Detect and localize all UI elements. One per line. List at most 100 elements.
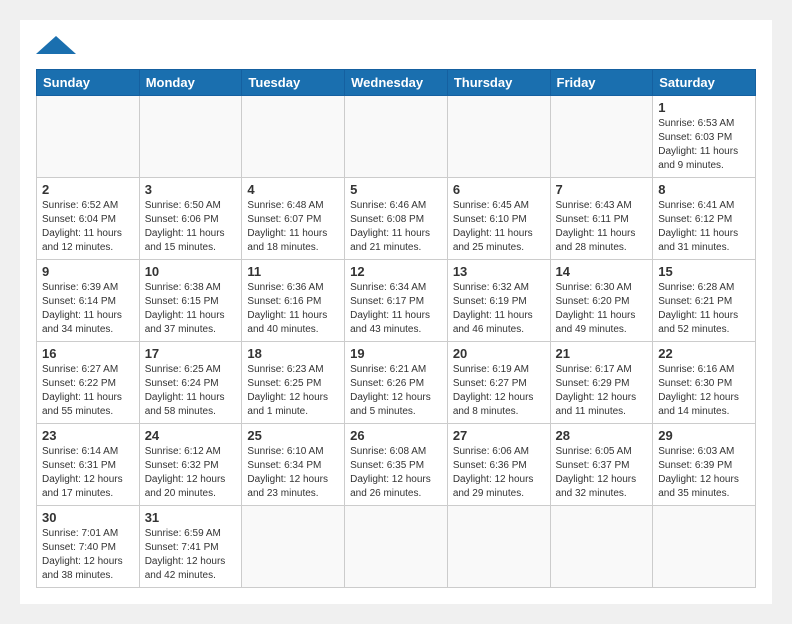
day-number: 8: [658, 182, 750, 197]
day-info: Sunrise: 6:34 AM Sunset: 6:17 PM Dayligh…: [350, 281, 442, 337]
calendar-cell: 24 Sunrise: 6:12 AM Sunset: 6:32 PM Dayli…: [139, 424, 242, 506]
day-number: 30: [42, 510, 134, 525]
header: [36, 36, 756, 59]
day-number: 31: [145, 510, 237, 525]
calendar-cell: 17 Sunrise: 6:25 AM Sunset: 6:24 PM Dayli…: [139, 342, 242, 424]
day-number: 25: [247, 428, 339, 443]
day-info: Sunrise: 6:27 AM Sunset: 6:22 PM Dayligh…: [42, 363, 134, 419]
weekday-header-wednesday: Wednesday: [345, 70, 448, 96]
day-number: 12: [350, 264, 442, 279]
calendar-cell: 4 Sunrise: 6:48 AM Sunset: 6:07 PM Daylig…: [242, 178, 345, 260]
day-info: Sunrise: 6:14 AM Sunset: 6:31 PM Dayligh…: [42, 445, 134, 501]
calendar-cell: [345, 96, 448, 178]
day-number: 6: [453, 182, 545, 197]
calendar-cell: 23 Sunrise: 6:14 AM Sunset: 6:31 PM Dayli…: [37, 424, 140, 506]
calendar-cell: 7Sunrise: 6:43 AM Sunset: 6:11 PM Daylig…: [550, 178, 653, 260]
day-number: 28: [556, 428, 648, 443]
day-number: 11: [247, 264, 339, 279]
week-row-1: 2 Sunrise: 6:52 AM Sunset: 6:04 PM Daylig…: [37, 178, 756, 260]
day-number: 5: [350, 182, 442, 197]
weekday-header-tuesday: Tuesday: [242, 70, 345, 96]
day-number: 15: [658, 264, 750, 279]
day-info: Sunrise: 6:50 AM Sunset: 6:06 PM Dayligh…: [145, 199, 237, 255]
day-info: Sunrise: 6:25 AM Sunset: 6:24 PM Dayligh…: [145, 363, 237, 419]
day-number: 14: [556, 264, 648, 279]
day-number: 27: [453, 428, 545, 443]
day-number: 13: [453, 264, 545, 279]
calendar-cell: 11 Sunrise: 6:36 AM Sunset: 6:16 PM Dayli…: [242, 260, 345, 342]
logo: [36, 36, 76, 59]
calendar-cell: [550, 96, 653, 178]
calendar-cell: 31 Sunrise: 6:59 AM Sunset: 7:41 PM Dayli…: [139, 506, 242, 588]
day-number: 20: [453, 346, 545, 361]
weekday-header-monday: Monday: [139, 70, 242, 96]
day-number: 16: [42, 346, 134, 361]
day-number: 24: [145, 428, 237, 443]
day-info: Sunrise: 6:32 AM Sunset: 6:19 PM Dayligh…: [453, 281, 545, 337]
calendar-cell: 18 Sunrise: 6:23 AM Sunset: 6:25 PM Dayli…: [242, 342, 345, 424]
calendar-cell: 5Sunrise: 6:46 AM Sunset: 6:08 PM Daylig…: [345, 178, 448, 260]
day-number: 23: [42, 428, 134, 443]
day-info: Sunrise: 6:38 AM Sunset: 6:15 PM Dayligh…: [145, 281, 237, 337]
calendar-cell: 15 Sunrise: 6:28 AM Sunset: 6:21 PM Dayli…: [653, 260, 756, 342]
calendar-cell: 26 Sunrise: 6:08 AM Sunset: 6:35 PM Dayli…: [345, 424, 448, 506]
day-info: Sunrise: 6:23 AM Sunset: 6:25 PM Dayligh…: [247, 363, 339, 419]
calendar-cell: 21Sunrise: 6:17 AM Sunset: 6:29 PM Dayli…: [550, 342, 653, 424]
week-row-2: 9Sunrise: 6:39 AM Sunset: 6:14 PM Daylig…: [37, 260, 756, 342]
calendar-cell: 12 Sunrise: 6:34 AM Sunset: 6:17 PM Dayli…: [345, 260, 448, 342]
calendar-cell: [550, 506, 653, 588]
day-info: Sunrise: 6:17 AM Sunset: 6:29 PM Dayligh…: [556, 363, 648, 419]
day-number: 18: [247, 346, 339, 361]
calendar-cell: [653, 506, 756, 588]
weekday-header-sunday: Sunday: [37, 70, 140, 96]
calendar-cell: 1Sunrise: 6:53 AM Sunset: 6:03 PM Daylig…: [653, 96, 756, 178]
week-row-4: 23 Sunrise: 6:14 AM Sunset: 6:31 PM Dayli…: [37, 424, 756, 506]
day-info: Sunrise: 6:16 AM Sunset: 6:30 PM Dayligh…: [658, 363, 750, 419]
day-info: Sunrise: 7:01 AM Sunset: 7:40 PM Dayligh…: [42, 527, 134, 583]
day-number: 4: [247, 182, 339, 197]
day-info: Sunrise: 6:28 AM Sunset: 6:21 PM Dayligh…: [658, 281, 750, 337]
logo-icon: [36, 36, 76, 54]
calendar-cell: [242, 96, 345, 178]
day-info: Sunrise: 6:48 AM Sunset: 6:07 PM Dayligh…: [247, 199, 339, 255]
calendar-cell: 6Sunrise: 6:45 AM Sunset: 6:10 PM Daylig…: [447, 178, 550, 260]
calendar-cell: [242, 506, 345, 588]
calendar-cell: 25 Sunrise: 6:10 AM Sunset: 6:34 PM Dayli…: [242, 424, 345, 506]
calendar-cell: 20 Sunrise: 6:19 AM Sunset: 6:27 PM Dayli…: [447, 342, 550, 424]
day-info: Sunrise: 6:12 AM Sunset: 6:32 PM Dayligh…: [145, 445, 237, 501]
calendar-cell: [345, 506, 448, 588]
day-info: Sunrise: 6:19 AM Sunset: 6:27 PM Dayligh…: [453, 363, 545, 419]
calendar-cell: 16 Sunrise: 6:27 AM Sunset: 6:22 PM Dayli…: [37, 342, 140, 424]
week-row-0: 1Sunrise: 6:53 AM Sunset: 6:03 PM Daylig…: [37, 96, 756, 178]
day-number: 2: [42, 182, 134, 197]
calendar-cell: 8 Sunrise: 6:41 AM Sunset: 6:12 PM Daylig…: [653, 178, 756, 260]
weekday-header-thursday: Thursday: [447, 70, 550, 96]
calendar-cell: 3 Sunrise: 6:50 AM Sunset: 6:06 PM Daylig…: [139, 178, 242, 260]
day-number: 9: [42, 264, 134, 279]
day-info: Sunrise: 6:10 AM Sunset: 6:34 PM Dayligh…: [247, 445, 339, 501]
calendar-cell: 27 Sunrise: 6:06 AM Sunset: 6:36 PM Dayli…: [447, 424, 550, 506]
week-row-5: 30 Sunrise: 7:01 AM Sunset: 7:40 PM Dayli…: [37, 506, 756, 588]
day-info: Sunrise: 6:59 AM Sunset: 7:41 PM Dayligh…: [145, 527, 237, 583]
day-info: Sunrise: 6:06 AM Sunset: 6:36 PM Dayligh…: [453, 445, 545, 501]
day-info: Sunrise: 6:08 AM Sunset: 6:35 PM Dayligh…: [350, 445, 442, 501]
day-info: Sunrise: 6:21 AM Sunset: 6:26 PM Dayligh…: [350, 363, 442, 419]
day-info: Sunrise: 6:36 AM Sunset: 6:16 PM Dayligh…: [247, 281, 339, 337]
day-number: 10: [145, 264, 237, 279]
day-info: Sunrise: 6:52 AM Sunset: 6:04 PM Dayligh…: [42, 199, 134, 255]
week-row-3: 16 Sunrise: 6:27 AM Sunset: 6:22 PM Dayli…: [37, 342, 756, 424]
day-number: 7: [556, 182, 648, 197]
day-number: 22: [658, 346, 750, 361]
day-info: Sunrise: 6:41 AM Sunset: 6:12 PM Dayligh…: [658, 199, 750, 255]
day-number: 26: [350, 428, 442, 443]
day-info: Sunrise: 6:05 AM Sunset: 6:37 PM Dayligh…: [556, 445, 648, 501]
weekday-header-row: SundayMondayTuesdayWednesdayThursdayFrid…: [37, 70, 756, 96]
weekday-header-saturday: Saturday: [653, 70, 756, 96]
calendar-table: SundayMondayTuesdayWednesdayThursdayFrid…: [36, 69, 756, 588]
day-number: 17: [145, 346, 237, 361]
calendar-cell: [139, 96, 242, 178]
calendar-cell: 29Sunrise: 6:03 AM Sunset: 6:39 PM Dayli…: [653, 424, 756, 506]
calendar-cell: 28 Sunrise: 6:05 AM Sunset: 6:37 PM Dayli…: [550, 424, 653, 506]
day-number: 3: [145, 182, 237, 197]
weekday-header-friday: Friday: [550, 70, 653, 96]
